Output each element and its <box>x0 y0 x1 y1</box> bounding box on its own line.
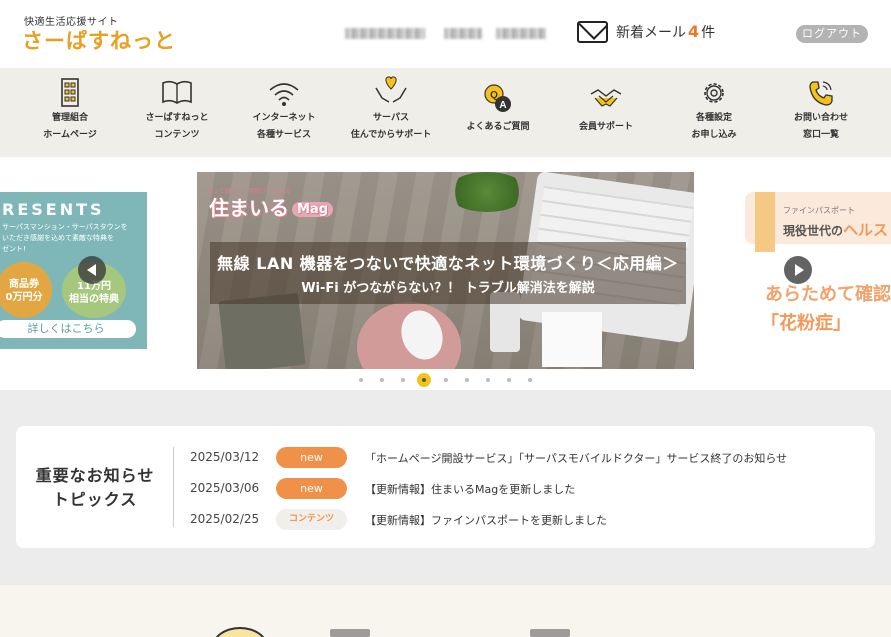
news-heading: 重要なお知らせ トピックス <box>16 464 174 512</box>
section-heading-fragment <box>330 629 370 637</box>
details-button[interactable]: 詳しくはこちら <box>0 320 136 338</box>
gift-badge-2-text: 11万円 相当の特典 <box>69 281 119 305</box>
fine-passport-label: ファインパスポート <box>783 206 855 215</box>
news-link[interactable]: 【更新情報】住まいるMagを更新しました <box>365 481 575 497</box>
nav-item-internet[interactable]: インターネット 各種サービス <box>230 68 338 157</box>
pollen-headline-2: 「花粉症」 <box>761 313 851 334</box>
pollen-headline-1: あらためて確認 <box>765 284 891 305</box>
gift-badge-1-text: 商品券 0万円分 <box>5 279 43 303</box>
next-section <box>0 585 891 637</box>
plant-image <box>447 172 527 212</box>
slide-sumairu-mag[interactable]: 知って嬉しい、笑顔がうまれる 住まいる Mag 無線 LAN 機器をつないで快適な… <box>197 172 694 369</box>
nav-item-contact[interactable]: お問い合わせ 窓口一覧 <box>767 68 875 157</box>
blurred-user-info-1 <box>345 28 425 39</box>
hero-carousel: RESENTS サーパスマンション・サーパスタウンを いただき感謝を込めて素敵な… <box>0 157 891 390</box>
wifi-icon <box>269 83 299 106</box>
nav-item-support[interactable]: サーパス 住んでからサポート <box>337 68 445 157</box>
news-link[interactable]: 【更新情報】ファインパスポートを更新しました <box>365 512 607 528</box>
nav-item-settings[interactable]: 各種設定 お申し込み <box>660 68 768 157</box>
news-row[interactable]: 2025/02/25 コンテンツ 【更新情報】ファインパスポートを更新しました <box>174 509 864 531</box>
caption-line-2: Wi-Fi がつながらない？！ トラブル解消法を解説 <box>301 281 595 296</box>
logout-button[interactable]: ログアウト <box>796 25 868 43</box>
carousel-dot[interactable] <box>358 378 363 382</box>
nav-label-line2: コンテンツ <box>154 130 200 140</box>
main-nav: 管理組合 ホームページ さーぱすねっと コンテンツ インターネット 各種サービス… <box>0 68 891 157</box>
news-row[interactable]: 2025/03/06 new 【更新情報】住まいるMagを更新しました <box>174 478 864 500</box>
slide-fine-passport[interactable]: ファインパスポート 現役世代のヘルス あらためて確認 「花粉症」 <box>745 192 891 349</box>
bookmark-ribbon <box>755 192 775 252</box>
nav-item-faq[interactable]: Q A よくあるご質問 <box>444 68 552 157</box>
nav-item-member-support[interactable]: 会員サポート <box>552 68 660 157</box>
nav-label-line1: お問い合わせ <box>793 113 848 123</box>
qa-bubble-icon: Q A <box>484 84 511 112</box>
phone-icon <box>809 81 833 106</box>
news-date: 2025/02/25 <box>190 512 260 526</box>
gear-icon <box>704 83 724 103</box>
carousel-dot[interactable] <box>443 378 448 382</box>
presents-title: RESENTS <box>2 200 105 219</box>
building-icon <box>61 78 79 107</box>
news-tag-contents: コンテンツ <box>276 509 347 530</box>
nav-label-line2: 各種サービス <box>256 130 311 140</box>
book-icon <box>162 80 192 104</box>
blurred-user-info-3 <box>496 28 546 39</box>
new-mail-text: 新着メール 4 件 <box>616 22 716 41</box>
presents-description: サーパスマンション・サーパスタウンを いただき感謝を込めて素敵な特典を ゼント! <box>2 223 128 253</box>
nav-label-line2: ホームページ <box>43 130 97 140</box>
news-heading-line1: 重要なお知らせ <box>35 466 155 485</box>
news-date: 2025/03/06 <box>190 481 260 495</box>
nav-label-line1: サーパス <box>373 113 409 123</box>
nav-label-line1: インターネット <box>252 113 316 123</box>
nav-label-line2: 窓口一覧 <box>802 130 839 140</box>
caption-line-1: 無線 LAN 機器をつないで快適なネット環境づくり＜応用編＞ <box>217 254 679 273</box>
news-panel: 重要なお知らせ トピックス 2025/03/12 new 「ホームページ開設サー… <box>16 426 875 548</box>
nav-item-contents[interactable]: さーぱすねっと コンテンツ <box>123 68 231 157</box>
site-logo[interactable]: さーぱすねっと <box>22 25 176 55</box>
news-tag-new: new <box>276 478 347 499</box>
nav-label-line1: よくあるご質問 <box>466 122 530 132</box>
carousel-dot[interactable] <box>485 378 490 382</box>
carousel-dot[interactable] <box>400 378 405 382</box>
nav-item-management-hp[interactable]: 管理組合 ホームページ <box>16 68 124 157</box>
news-date: 2025/03/12 <box>190 450 260 464</box>
carousel-prev-button[interactable] <box>78 256 106 284</box>
slide-caption: 無線 LAN 機器をつないで快適なネット環境づくり＜応用編＞ Wi-Fi がつな… <box>210 242 686 304</box>
news-tag-new: new <box>276 447 347 468</box>
handshake-icon <box>590 89 622 107</box>
section-illustration <box>212 627 268 637</box>
nav-label-line1: 各種設定 <box>695 113 732 123</box>
carousel-dot[interactable] <box>379 378 384 382</box>
envelope-icon <box>577 21 608 43</box>
memo-pad-image <box>542 312 602 367</box>
nav-label-line2: お申し込み <box>691 130 737 140</box>
nav-label-line2: 住んでからサポート <box>350 130 432 140</box>
nav-label-line1: 会員サポート <box>578 122 633 132</box>
mail-count: 4 <box>688 22 700 41</box>
news-link[interactable]: 「ホームページ開設サービス」「サーパスモバイルドクター」サービス終了のお知らせ <box>365 450 787 466</box>
section-heading-fragment <box>530 629 570 637</box>
carousel-dot-active[interactable] <box>417 373 431 387</box>
site-header: 快適生活応援サイト さーぱすねっと 新着メール 4 件 ログアウト <box>0 0 891 68</box>
carousel-pagination <box>350 372 540 388</box>
svg-text:A: A <box>499 100 506 111</box>
carousel-next-button[interactable] <box>784 256 812 284</box>
slide-presents[interactable]: RESENTS サーパスマンション・サーパスタウンを いただき感謝を込めて素敵な… <box>0 192 147 349</box>
news-heading-line2: トピックス <box>52 490 138 509</box>
notebook-image <box>218 293 306 369</box>
blurred-user-info-2 <box>444 28 482 39</box>
heart-hands-icon <box>375 76 407 103</box>
fine-passport-title: 現役世代のヘルス <box>783 221 889 239</box>
news-row[interactable]: 2025/03/12 new 「ホームページ開設サービス」「サーパスモバイルドク… <box>174 447 864 469</box>
new-mail-link[interactable]: 新着メール 4 件 <box>577 21 715 43</box>
carousel-dot[interactable] <box>527 378 532 382</box>
mag-logo: 住まいる Mag <box>209 192 334 221</box>
carousel-dot[interactable] <box>464 378 469 382</box>
nav-label-line1: 管理組合 <box>51 113 88 123</box>
carousel-dot[interactable] <box>506 378 511 382</box>
nav-label-line1: さーぱすねっと <box>145 113 209 123</box>
